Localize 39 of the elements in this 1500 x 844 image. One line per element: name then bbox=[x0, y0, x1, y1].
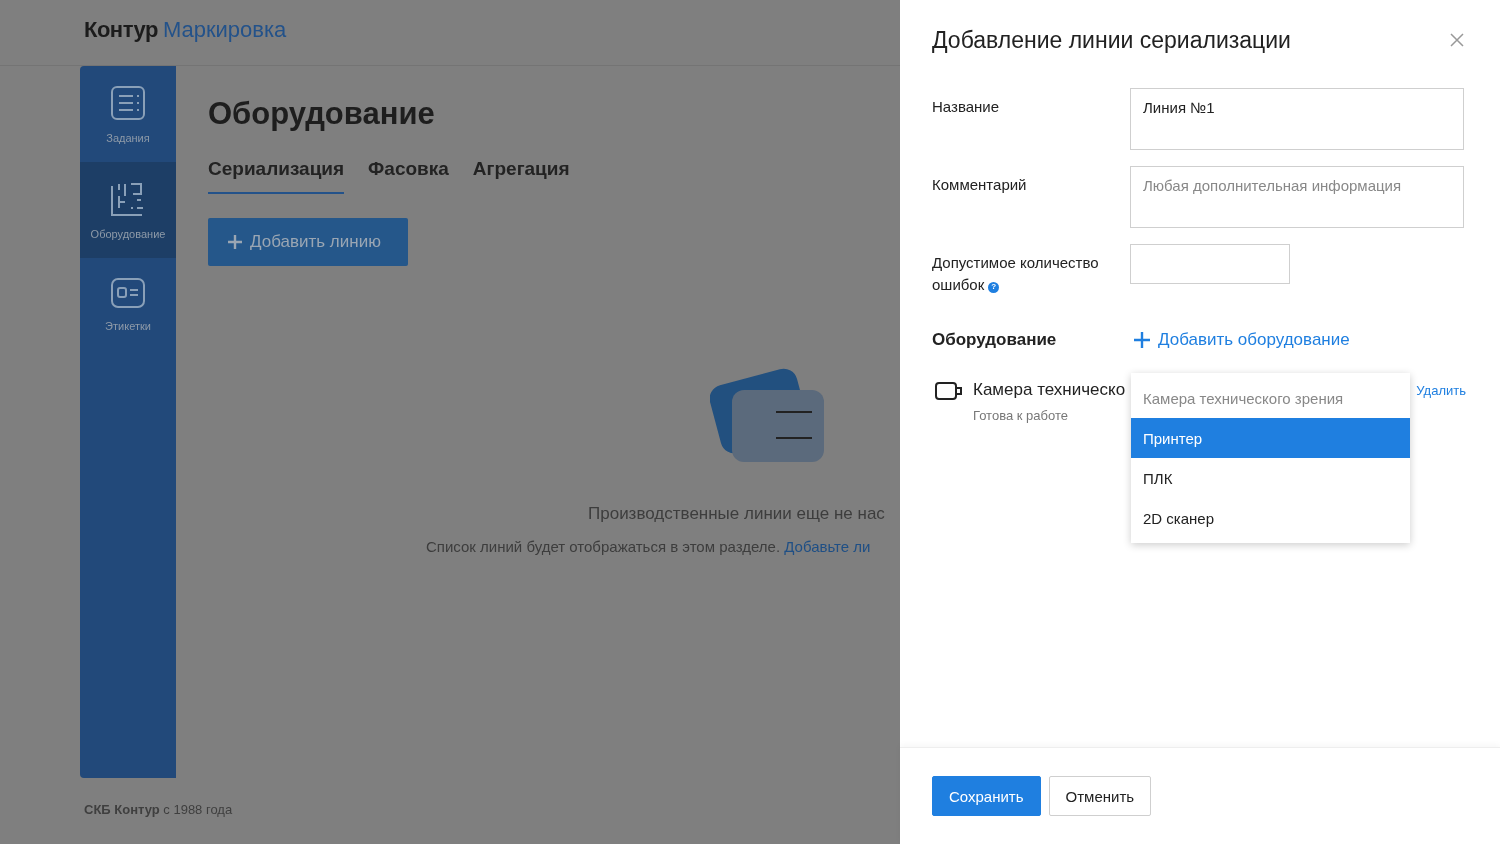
comment-field[interactable]: Любая дополнительная информация bbox=[1130, 166, 1464, 228]
close-icon[interactable] bbox=[1450, 33, 1464, 47]
equipment-name: Камера техническо bbox=[973, 380, 1127, 400]
field-label: Допустимое количество ошибок ? bbox=[932, 253, 1100, 295]
logo-brand: Контур bbox=[84, 16, 158, 43]
add-line-link[interactable]: Добавьте ли bbox=[784, 538, 871, 555]
barcode-icon bbox=[111, 182, 145, 216]
menu-option[interactable]: ПЛК bbox=[1131, 458, 1410, 498]
id-card-icon bbox=[111, 278, 145, 308]
save-button[interactable]: Сохранить bbox=[932, 776, 1041, 816]
tab[interactable]: Агрегация bbox=[472, 158, 570, 194]
tab[interactable]: Сериализация bbox=[208, 158, 345, 194]
menu-option[interactable]: 2D сканер bbox=[1131, 498, 1410, 538]
list-icon bbox=[111, 86, 145, 120]
plus-icon bbox=[1134, 332, 1150, 348]
sidebar-item[interactable]: Этикетки bbox=[80, 258, 176, 354]
section-label: Оборудование bbox=[932, 330, 1058, 350]
plus-icon bbox=[228, 235, 242, 249]
field-label: Комментарий bbox=[932, 175, 1028, 195]
copyright-text: СКБ Контур с 1988 года bbox=[84, 802, 233, 817]
empty-state-heading: Производственные линии еще не нас bbox=[588, 504, 885, 524]
cancel-button[interactable]: Отменить bbox=[1048, 776, 1152, 816]
add-equipment-link[interactable]: Добавить оборудование bbox=[1134, 330, 1350, 350]
tab[interactable]: Фасовка bbox=[368, 158, 449, 194]
sidebar-item[interactable]: Оборудование bbox=[80, 162, 176, 258]
menu-option[interactable]: Принтер bbox=[1131, 418, 1410, 458]
name-field[interactable]: Линия №1 bbox=[1130, 88, 1464, 150]
help-icon[interactable]: ? bbox=[988, 281, 1000, 293]
sidebar-item[interactable]: Задания bbox=[80, 66, 176, 162]
panel-title: Добавление линии сериализации bbox=[932, 26, 1291, 54]
camera-icon bbox=[935, 382, 963, 400]
logo-product: Маркировка bbox=[162, 16, 287, 43]
page-title: Оборудование bbox=[208, 96, 435, 132]
equipment-status: Готова к работе bbox=[973, 408, 1069, 423]
empty-state-text: Список линий будет отображаться в этом разделе. bbox=[426, 538, 781, 555]
remove-link[interactable]: Удалить bbox=[1416, 383, 1466, 398]
field-label: Название bbox=[932, 97, 1001, 117]
add-line-button[interactable]: Добавить линию bbox=[208, 218, 408, 266]
number-field[interactable] bbox=[1130, 244, 1290, 284]
